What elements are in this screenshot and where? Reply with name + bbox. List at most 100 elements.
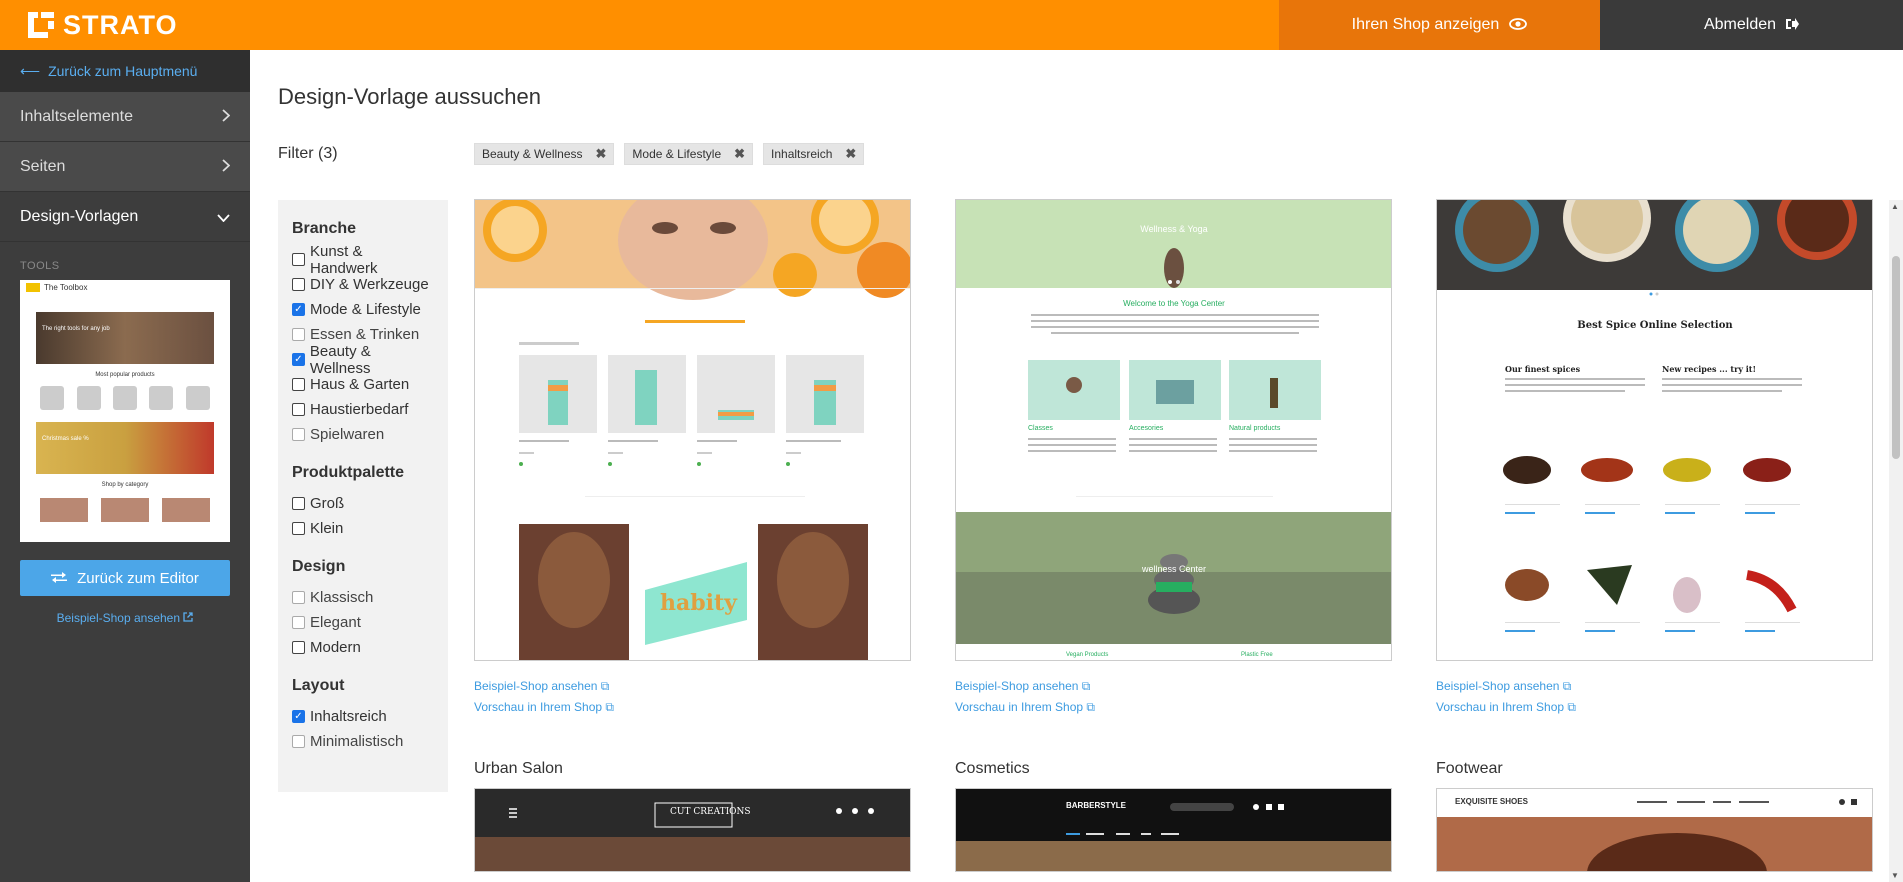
filter-option-klassisch[interactable]: Klassisch	[292, 585, 434, 610]
template-preview-beauty[interactable]: habity	[474, 199, 911, 661]
filter-option-diy-werkzeuge[interactable]: DIY & Werkzeuge	[292, 272, 434, 297]
chip-label: Mode & Lifestyle	[632, 147, 722, 161]
filter-option-label: Groß	[310, 495, 345, 512]
svg-text:wellness Center: wellness Center	[1141, 564, 1206, 574]
sidebar-item-pages[interactable]: Seiten	[0, 142, 250, 192]
filter-option-gross[interactable]: Groß	[292, 491, 434, 516]
link-label: Beispiel-Shop ansehen	[955, 679, 1079, 693]
scroll-up-icon[interactable]: ▲	[1891, 202, 1899, 211]
filter-group-design: Design Klassisch Elegant Modern	[292, 558, 434, 660]
filter-option-beauty-wellness[interactable]: ✓ Beauty & Wellness	[292, 343, 434, 377]
toolbox-hero-image: The right tools for any job	[36, 312, 214, 364]
link-label: Beispiel-Shop ansehen	[474, 679, 598, 693]
filter-option-elegant[interactable]: Elegant	[292, 610, 434, 635]
checkbox-disabled[interactable]	[292, 616, 305, 629]
close-icon[interactable]: ✖	[734, 146, 745, 162]
filter-option-label: Beauty & Wellness	[309, 342, 371, 377]
template-card-beauty: habity Beispiel-Shop ansehen ⧉ Vorschau …	[474, 199, 911, 721]
filter-option-label: Minimalistisch	[310, 733, 404, 750]
filter-option-label: Spielwaren	[310, 426, 385, 443]
yoga-preview-graphic: Wellness & Yoga Welcome to the Yoga Cent…	[956, 200, 1391, 658]
checkbox[interactable]	[292, 278, 305, 291]
logout-button[interactable]: Abmelden	[1600, 0, 1903, 50]
external-link-icon: ⧉	[1086, 700, 1095, 714]
beauty-preview-graphic: habity	[475, 200, 910, 660]
toolbox-template-thumbnail[interactable]: The Toolbox The right tools for any job …	[20, 280, 230, 542]
toolbox-category-heading: Shop by category	[101, 482, 149, 488]
scroll-down-icon[interactable]: ▼	[1891, 871, 1899, 880]
filter-group-title: Design	[292, 558, 346, 575]
demo-shop-link[interactable]: Beispiel-Shop ansehen ⧉	[1436, 679, 1873, 700]
checkbox[interactable]	[292, 378, 305, 391]
scrollbar-thumb[interactable]	[1892, 256, 1900, 459]
toolbox-banner-text: Christmas sale %	[42, 436, 89, 442]
template-preview-footwear[interactable]: EXQUISITE SHOES	[1436, 788, 1873, 872]
toolbox-logo-icon	[26, 282, 40, 292]
filter-option-label: Essen & Trinken	[310, 326, 420, 343]
brand-name: STRATO	[63, 9, 178, 40]
show-shop-button[interactable]: Ihren Shop anzeigen	[1279, 0, 1600, 50]
filter-count-label: Filter (3)	[278, 145, 338, 162]
filter-chip-mode-lifestyle[interactable]: Mode & Lifestyle ✖	[624, 143, 754, 165]
checkbox-disabled[interactable]	[292, 328, 305, 341]
svg-text:habity: habity	[660, 590, 738, 616]
checkbox[interactable]	[292, 253, 305, 266]
filter-option-inhaltsreich[interactable]: ✓ Inhaltsreich	[292, 704, 434, 729]
checkbox-checked[interactable]: ✓	[292, 353, 305, 366]
svg-text:New recipes ... try it!: New recipes ... try it!	[1662, 364, 1756, 374]
preview-in-shop-link[interactable]: Vorschau in Ihrem Shop ⧉	[1436, 700, 1873, 721]
preview-in-shop-link[interactable]: Vorschau in Ihrem Shop ⧉	[955, 700, 1392, 721]
toolbox-products	[34, 386, 216, 410]
link-label: Vorschau in Ihrem Shop	[1436, 700, 1565, 714]
checkbox-disabled[interactable]	[292, 428, 305, 441]
back-to-main-menu-link[interactable]: ⟵ Zurück zum Hauptmenü	[0, 50, 250, 92]
filter-option-kunst-handwerk[interactable]: Kunst & Handwerk	[292, 243, 434, 277]
filter-option-label: DIY & Werkzeuge	[310, 276, 429, 293]
urban-salon-brand: CUT CREATIONS	[670, 807, 751, 817]
back-to-editor-button[interactable]: Zurück zum Editor	[20, 560, 230, 596]
checkbox[interactable]	[292, 403, 305, 416]
demo-shop-link[interactable]: Beispiel-Shop ansehen ⧉	[474, 679, 911, 700]
close-icon[interactable]: ✖	[596, 146, 607, 162]
main-content: Design-Vorlage aussuchen Filter (3) Beau…	[250, 50, 1903, 882]
template-preview-cosmetics[interactable]: BARBERSTYLE	[955, 788, 1392, 872]
filter-chip-inhaltsreich[interactable]: Inhaltsreich ✖	[763, 143, 865, 165]
external-link-icon: ⧉	[1567, 700, 1576, 714]
svg-text:Our finest spices: Our finest spices	[1505, 364, 1581, 374]
strato-logo[interactable]: STRATO	[0, 0, 1279, 50]
filter-option-spielwaren[interactable]: Spielwaren	[292, 422, 434, 447]
sidebar-demo-shop-link[interactable]: Beispiel-Shop ansehen	[0, 611, 250, 625]
filter-option-mode-lifestyle[interactable]: ✓ Mode & Lifestyle	[292, 297, 434, 322]
checkbox-disabled[interactable]	[292, 735, 305, 748]
filter-option-label: Kunst & Handwerk	[309, 242, 378, 277]
filter-option-modern[interactable]: Modern	[292, 635, 434, 660]
demo-shop-link[interactable]: Beispiel-Shop ansehen ⧉	[955, 679, 1392, 700]
preview-in-shop-link[interactable]: Vorschau in Ihrem Shop ⧉	[474, 700, 911, 721]
checkbox[interactable]	[292, 522, 305, 535]
template-preview-spices[interactable]: Best Spice Online Selection Our finest s…	[1436, 199, 1873, 661]
checkbox-checked[interactable]: ✓	[292, 710, 305, 723]
filter-option-label: Mode & Lifestyle	[310, 301, 421, 318]
template-preview-yoga[interactable]: Wellness & Yoga Welcome to the Yoga Cent…	[955, 199, 1392, 661]
template-preview-urban-salon[interactable]: CUT CREATIONS	[474, 788, 911, 872]
filter-option-label: Modern	[310, 639, 361, 656]
toolbox-popular-heading: Most popular products	[95, 372, 155, 378]
cosmetics-preview-graphic	[956, 789, 1391, 871]
scrollbar[interactable]: ▲ ▼	[1889, 200, 1903, 882]
filter-option-klein[interactable]: Klein	[292, 516, 434, 541]
sidebar-item-design-templates[interactable]: Design-Vorlagen	[0, 192, 250, 242]
sidebar-item-content-elements[interactable]: Inhaltselemente	[0, 92, 250, 142]
sidebar-item-label: Design-Vorlagen	[20, 207, 139, 225]
checkbox-disabled[interactable]	[292, 591, 305, 604]
filter-chip-beauty-wellness[interactable]: Beauty & Wellness ✖	[474, 143, 615, 165]
checkbox[interactable]	[292, 497, 305, 510]
checkbox-checked[interactable]: ✓	[292, 303, 305, 316]
close-icon[interactable]: ✖	[845, 146, 856, 162]
filter-option-minimalistisch[interactable]: Minimalistisch	[292, 729, 434, 754]
swap-arrows-icon	[51, 570, 68, 587]
link-label: Vorschau in Ihrem Shop	[955, 700, 1084, 714]
checkbox[interactable]	[292, 641, 305, 654]
filter-option-haustierbedarf[interactable]: Haustierbedarf	[292, 397, 434, 422]
template-name-urban-salon: Urban Salon	[474, 760, 563, 777]
filter-option-label: Klein	[310, 520, 344, 537]
